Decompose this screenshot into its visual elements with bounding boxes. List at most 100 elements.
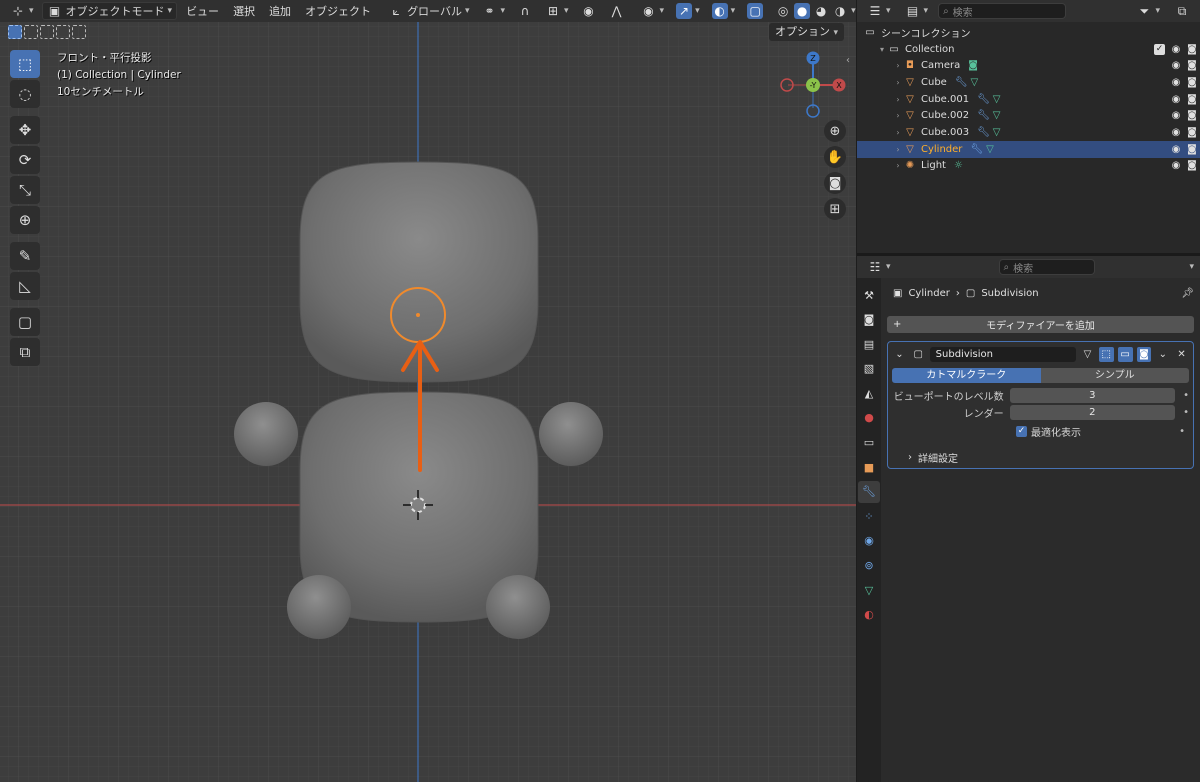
wrench-icon[interactable]: 🔧︎	[977, 127, 990, 138]
expand-down-icon[interactable]: ▾	[877, 45, 887, 54]
select-new-icon[interactable]	[8, 25, 22, 39]
expand-right-icon[interactable]: ›	[893, 128, 903, 137]
modifier-tab-icon[interactable]: 🔧︎	[858, 480, 880, 503]
catmull-clark-option[interactable]: カトマルクラーク	[892, 368, 1041, 383]
collection-checkbox[interactable]: ✓	[1154, 43, 1165, 55]
render-tab-icon[interactable]: ◙	[858, 309, 880, 331]
world-tab-icon[interactable]: ●	[858, 407, 880, 429]
camera-render-icon[interactable]: ◙	[1187, 60, 1197, 71]
3d-viewport[interactable]: ⊹ ▾ ▣ オブジェクトモード ▾ ビュー 選択 追加 オブジェクト ⟀ グローバル ▾ …	[0, 0, 856, 782]
snap-toggle[interactable]: ∩	[513, 2, 537, 20]
filter-dropdown[interactable]: ⏷ ▾	[1132, 2, 1164, 20]
expand-right-icon[interactable]: ›	[893, 78, 903, 87]
pin-icon[interactable]: 📌︎	[1181, 288, 1194, 299]
eye-icon[interactable]: ◉	[1171, 77, 1181, 88]
material-tab-icon[interactable]: ◐	[858, 604, 880, 626]
shading-mode-group[interactable]: ◎ ● ◕ ◑ ▾	[771, 2, 856, 20]
camera-render-icon[interactable]: ◙	[1187, 127, 1197, 138]
outliner-item-cylinder[interactable]: › ▽ Cylinder 🔧︎ ▽ ◉ ◙	[857, 140, 1200, 158]
constraints-tab-icon[interactable]: ⊚	[858, 555, 880, 577]
pan-hand-icon[interactable]: ✋	[824, 146, 846, 168]
solid-shading-icon[interactable]: ●	[794, 3, 811, 19]
mesh-data-icon[interactable]: ▽	[993, 110, 1001, 121]
scale-icon[interactable]: ⤡	[10, 176, 40, 204]
physics-tab-icon[interactable]: ◉	[858, 530, 880, 552]
expand-right-icon[interactable]: ›	[893, 161, 903, 170]
menu-view[interactable]: ビュー	[181, 3, 224, 19]
transform-orientation-dropdown[interactable]: ⟀ グローバル ▾	[384, 2, 473, 20]
light-data-icon[interactable]: ☼	[954, 160, 963, 171]
move-icon[interactable]: ✥	[10, 116, 40, 144]
expand-right-icon[interactable]: ›	[893, 61, 903, 70]
outliner-item-cube[interactable]: › ▽ Cube 🔧︎ ▽ ◉ ◙	[857, 74, 1200, 91]
annotate-icon[interactable]: ✎	[10, 242, 40, 270]
wrench-icon[interactable]: 🔧︎	[955, 77, 968, 88]
menu-object[interactable]: オブジェクト	[300, 3, 376, 19]
editor-type-button[interactable]: ⊹ ▾	[6, 2, 38, 20]
mesh-data-icon[interactable]: ▽	[971, 77, 979, 88]
view-layer-tab-icon[interactable]: ▧	[858, 358, 880, 380]
outliner-item-light[interactable]: › ✺ Light ☼ ◉ ◙	[857, 158, 1200, 175]
proportional-edit-toggle[interactable]: ◉	[577, 2, 601, 20]
camera-render-icon[interactable]: ◙	[1187, 77, 1197, 88]
new-collection-button[interactable]: ⧉	[1170, 2, 1194, 20]
chevron-down-icon[interactable]: ▾	[1189, 262, 1194, 272]
camera-render-icon[interactable]: ◙	[1187, 144, 1197, 155]
falloff-dropdown[interactable]: ⋀	[605, 2, 629, 20]
eye-icon[interactable]: ◉	[1171, 160, 1181, 171]
scene-tab-icon[interactable]: ◭	[858, 382, 880, 404]
data-tab-icon[interactable]: ▽	[858, 579, 880, 601]
ortho-grid-icon[interactable]: ⊞	[824, 198, 846, 220]
outliner-editor-type[interactable]: ☰ ▾	[863, 2, 895, 20]
eye-icon[interactable]: ◉	[1171, 127, 1181, 138]
render-levels-field[interactable]: 2	[1009, 405, 1176, 420]
select-extend-icon[interactable]	[24, 25, 38, 39]
display-mode-dropdown[interactable]: ▤ ▾	[901, 2, 933, 20]
render-display-icon[interactable]: ◙	[1136, 346, 1152, 362]
simple-option[interactable]: シンプル	[1040, 368, 1189, 383]
viewport-levels-field[interactable]: 3	[1009, 388, 1176, 403]
add-modifier-button[interactable]: + モディファイアーを追加	[887, 316, 1194, 333]
mesh-data-icon[interactable]: ▽	[986, 144, 994, 155]
add-cube-icon[interactable]: ▢	[10, 308, 40, 336]
add-cube-variant-icon[interactable]: ⧉	[10, 338, 40, 366]
wrench-icon[interactable]: 🔧︎	[977, 94, 990, 105]
eye-icon[interactable]: ◉	[1171, 144, 1181, 155]
viewport-canvas[interactable]	[0, 0, 856, 782]
object-tab-icon[interactable]: ■	[858, 456, 880, 478]
properties-editor-type[interactable]: ☷ ▾	[863, 258, 895, 276]
wireframe-shading-icon[interactable]: ◎	[775, 3, 791, 19]
wrench-icon[interactable]: 🔧︎	[970, 144, 983, 155]
particles-tab-icon[interactable]: ⁘	[858, 505, 880, 527]
properties-search-input[interactable]: ⌕ 検索	[998, 259, 1095, 275]
visibility-dropdown[interactable]: ◉ ▾	[637, 2, 669, 20]
keyframe-dot-icon[interactable]: •	[1183, 407, 1189, 418]
camera-data-icon[interactable]: ◙	[968, 60, 978, 71]
eye-icon[interactable]: ◉	[1171, 110, 1181, 121]
expand-right-icon[interactable]: ›	[893, 145, 903, 154]
mesh-data-icon[interactable]: ▽	[993, 127, 1001, 138]
snap-target-dropdown[interactable]: ⊞ ▾	[541, 2, 573, 20]
modifier-menu-icon[interactable]: ⌄	[1155, 347, 1170, 362]
modifier-name-field[interactable]: Subdivision	[929, 346, 1077, 362]
rotate-icon[interactable]: ⟳	[10, 146, 40, 174]
select-subtract-icon[interactable]	[40, 25, 54, 39]
output-tab-icon[interactable]: ▤	[858, 333, 880, 355]
edit-mode-icon[interactable]: ▽	[1080, 347, 1095, 362]
keyframe-dot-icon[interactable]: •	[1179, 426, 1185, 437]
viewport-display-icon[interactable]: ▭	[1117, 346, 1133, 362]
close-icon[interactable]: ✕	[1174, 347, 1189, 362]
camera-view-icon[interactable]: ◙	[824, 172, 846, 194]
options-dropdown[interactable]: オプション ▾	[768, 23, 844, 41]
collection-tab-icon[interactable]: ▭	[858, 432, 880, 454]
select-box-icon[interactable]: ⬚	[10, 50, 40, 78]
expand-right-icon[interactable]: ›	[893, 111, 903, 120]
camera-render-icon[interactable]: ◙	[1187, 94, 1197, 105]
outliner-item-cube-003[interactable]: › ▽ Cube.003 🔧︎ ▽ ◉ ◙	[857, 124, 1200, 141]
on-cage-icon[interactable]: ⬚	[1098, 346, 1114, 362]
eye-icon[interactable]: ◉	[1171, 44, 1181, 55]
outliner-search-input[interactable]: ⌕ 検索	[938, 3, 1067, 19]
pivot-point-dropdown[interactable]: ⚭ ▾	[477, 2, 509, 20]
camera-render-icon[interactable]: ◙	[1187, 110, 1197, 121]
tool-tab-icon[interactable]: ⚒	[858, 284, 880, 306]
